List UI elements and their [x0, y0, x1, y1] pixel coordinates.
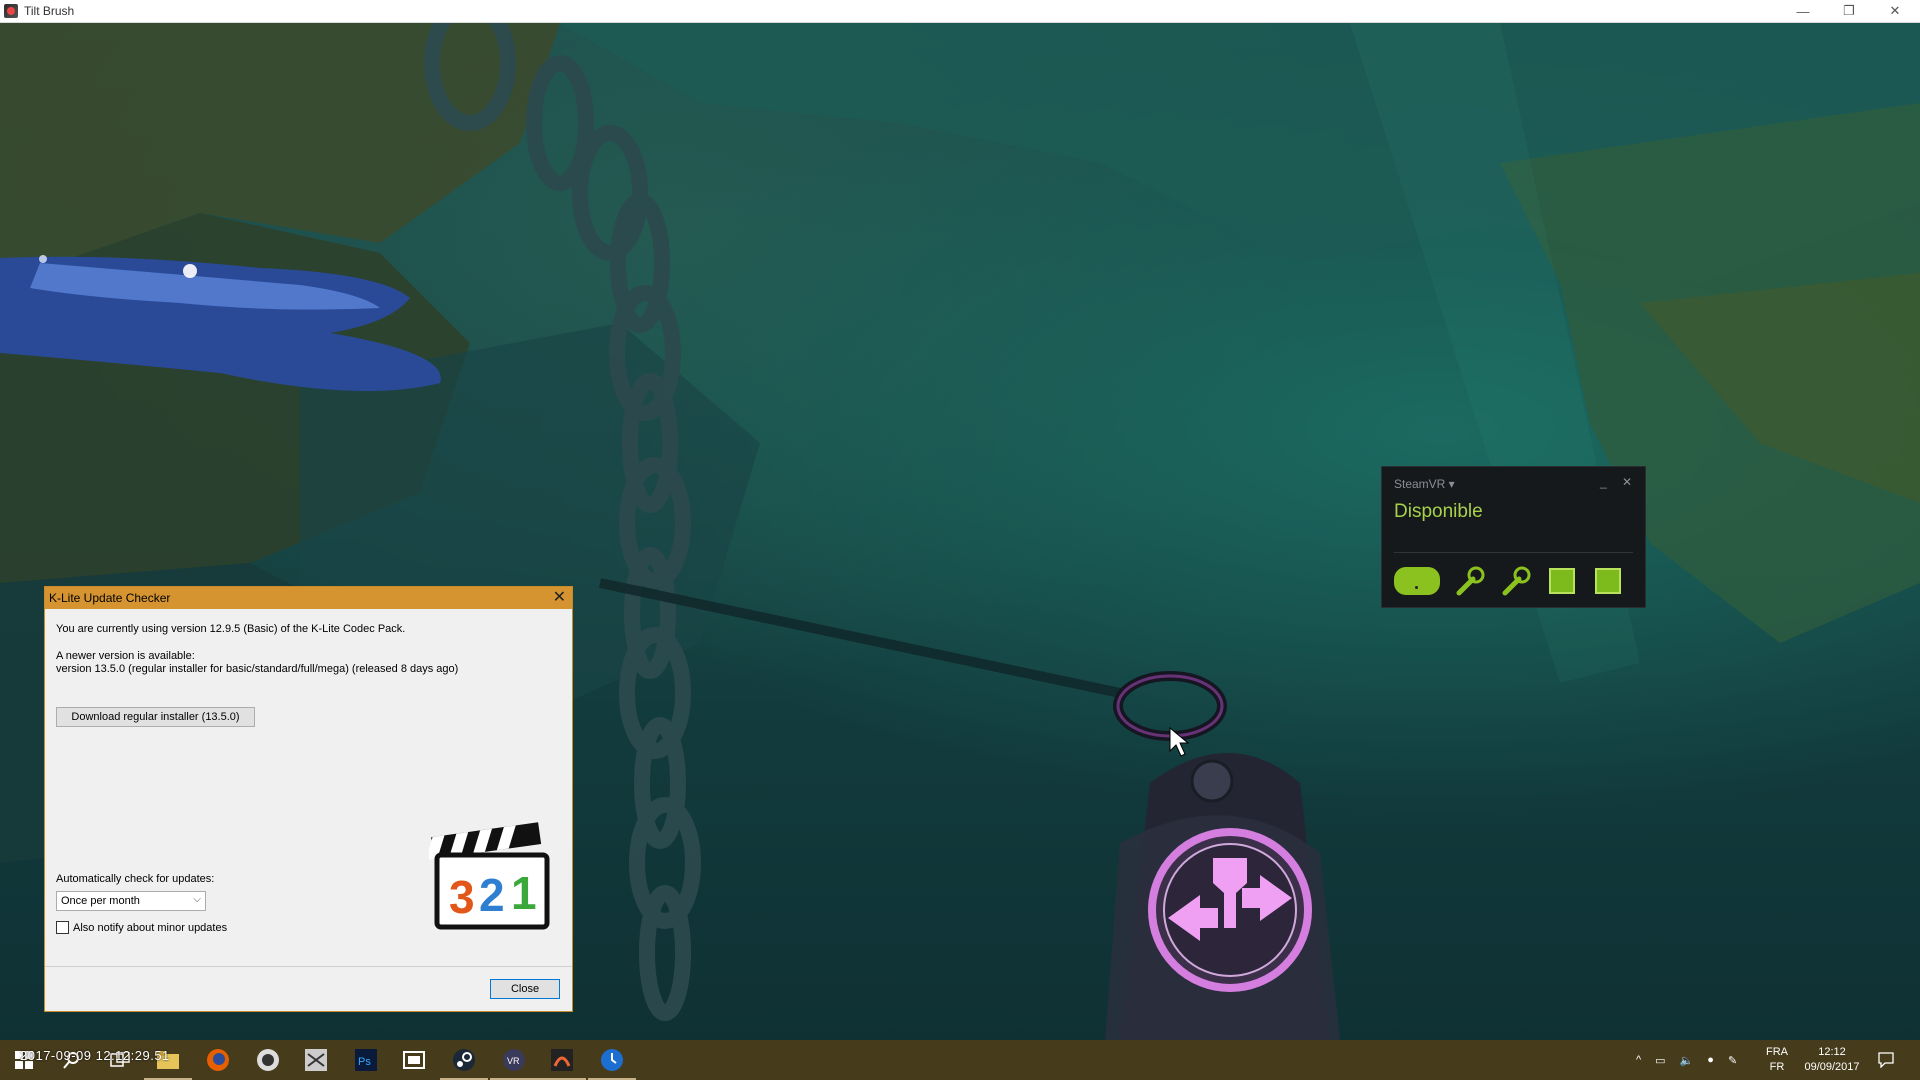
pen-icon[interactable]: ✎: [1728, 1054, 1737, 1067]
newer-available-text: A newer version is available:: [56, 650, 195, 662]
klite-dialog-title: K-Lite Update Checker: [49, 591, 171, 605]
auto-check-select[interactable]: Once per month ⌵: [56, 891, 206, 911]
steam-icon[interactable]: [440, 1046, 488, 1080]
clock-date: 09/09/2017: [1804, 1061, 1860, 1073]
base-station-icon[interactable]: [1546, 565, 1578, 597]
clock-time: 12:12: [1818, 1046, 1846, 1058]
minimize-icon: —: [1796, 3, 1810, 19]
minor-updates-label[interactable]: Also notify about minor updates: [73, 922, 227, 934]
network-icon[interactable]: ▭: [1655, 1054, 1665, 1067]
taskbar-clock[interactable]: 12:12 09/09/2017: [1800, 1040, 1864, 1080]
headset-icon[interactable]: [1394, 565, 1440, 597]
download-installer-button[interactable]: Download regular installer (13.5.0): [56, 707, 255, 727]
chevron-down-icon: ⌵: [193, 894, 201, 905]
firefox-icon[interactable]: [204, 1046, 232, 1074]
logo-digit-1: 1: [511, 867, 537, 919]
auto-check-value: Once per month: [61, 895, 140, 907]
auto-check-label: Automatically check for updates:: [56, 873, 215, 885]
minor-updates-checkbox[interactable]: [56, 921, 69, 934]
tilt-brush-icon[interactable]: [538, 1046, 586, 1080]
klite-update-dialog: K-Lite Update Checker ✕ You are currentl…: [44, 586, 573, 1012]
language-indicator[interactable]: FRA FR: [1766, 1040, 1788, 1080]
steamvr-status-window[interactable]: SteamVR ▾ _ ✕ Disponible: [1381, 466, 1646, 608]
klite-logo-icon: 3 2 1: [429, 822, 550, 930]
logo-digit-2: 2: [479, 869, 505, 921]
window-title: Tilt Brush: [24, 4, 75, 18]
steamvr-close-button[interactable]: ✕: [1622, 475, 1632, 489]
steamvr-menu-button[interactable]: SteamVR ▾: [1394, 477, 1455, 491]
recording-timestamp-overlay: 2017-09-09 12:12:29.51: [20, 1048, 170, 1063]
volume-icon[interactable]: 🔈: [1680, 1054, 1694, 1067]
vr-icon[interactable]: VR: [490, 1046, 538, 1080]
logo-digit-3: 3: [449, 871, 475, 923]
newer-version-detail: version 13.5.0 (regular installer for ba…: [56, 663, 459, 675]
clock-app-icon[interactable]: [588, 1046, 636, 1080]
svg-text:Ps: Ps: [358, 1056, 371, 1068]
media-classic-icon[interactable]: [400, 1046, 428, 1074]
taskbar: Ps VR ^ ▭ 🔈 ● ✎ FRA FR 12:12 09/09/2017: [0, 1040, 1920, 1080]
language-bottom: FR: [1769, 1061, 1785, 1073]
steamvr-minimize-button[interactable]: _: [1600, 475, 1607, 489]
klite-dialog-titlebar: K-Lite Update Checker: [45, 587, 572, 609]
close-icon[interactable]: ✕: [553, 588, 566, 608]
restore-button[interactable]: ❐: [1826, 0, 1872, 22]
window-close-button[interactable]: ✕: [1872, 0, 1918, 22]
window-titlebar: Tilt Brush — ❐ ✕: [0, 0, 1920, 23]
onedrive-icon[interactable]: ●: [1707, 1054, 1714, 1066]
zbrush-icon[interactable]: [302, 1046, 330, 1074]
controller-icon[interactable]: [1500, 565, 1532, 597]
close-button[interactable]: Close: [490, 979, 560, 999]
photoshop-icon[interactable]: Ps: [352, 1046, 380, 1074]
tilt-brush-app-icon: [4, 4, 18, 18]
language-top: FRA: [1766, 1046, 1788, 1058]
steamvr-divider: [1394, 552, 1633, 553]
close-icon: ✕: [1889, 3, 1901, 18]
svg-text:VR: VR: [507, 1056, 520, 1066]
chevron-up-icon[interactable]: ^: [1636, 1054, 1641, 1066]
obs-icon[interactable]: [254, 1046, 282, 1074]
controller-icon[interactable]: [1454, 565, 1486, 597]
restore-icon: ❐: [1843, 3, 1855, 18]
dialog-divider: [45, 966, 572, 967]
minimize-button[interactable]: —: [1780, 0, 1826, 22]
action-center-icon[interactable]: [1878, 1040, 1894, 1080]
steamvr-status-text: Disponible: [1394, 501, 1483, 522]
steamvr-device-list: [1394, 565, 1624, 597]
system-tray: ^ ▭ 🔈 ● ✎: [1636, 1040, 1737, 1080]
base-station-icon[interactable]: [1592, 565, 1624, 597]
current-version-text: You are currently using version 12.9.5 (…: [56, 623, 406, 635]
